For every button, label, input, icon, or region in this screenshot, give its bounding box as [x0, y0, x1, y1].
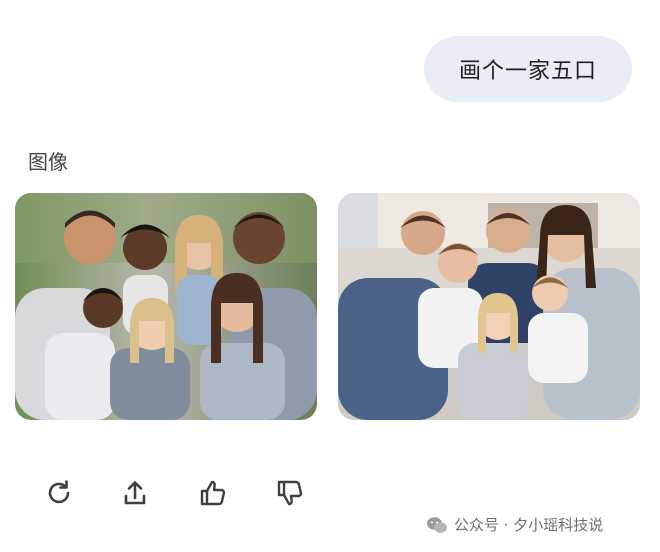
- family-outdoor-image: [15, 193, 317, 420]
- thumbs-up-button[interactable]: [193, 473, 233, 513]
- refresh-icon: [48, 480, 70, 504]
- generated-image-1[interactable]: [15, 193, 317, 420]
- thumbs-down-button[interactable]: [270, 473, 310, 513]
- user-message-text: 画个一家五口: [458, 59, 597, 84]
- watermark-text: 公众号 · 夕小瑶科技说: [454, 516, 604, 534]
- regenerate-button[interactable]: [39, 473, 79, 513]
- generated-image-2[interactable]: [338, 193, 640, 420]
- watermark: 公众号 · 夕小瑶科技说: [426, 514, 603, 535]
- thumbs-up-icon: [200, 480, 226, 506]
- share-icon: [124, 481, 146, 505]
- share-button[interactable]: [115, 473, 155, 513]
- thumbs-down-icon: [277, 480, 303, 506]
- family-sofa-image: [338, 193, 640, 420]
- user-message-bubble: 画个一家五口: [424, 36, 632, 102]
- images-section-label: 图像: [28, 150, 68, 174]
- wechat-icon: [427, 516, 447, 533]
